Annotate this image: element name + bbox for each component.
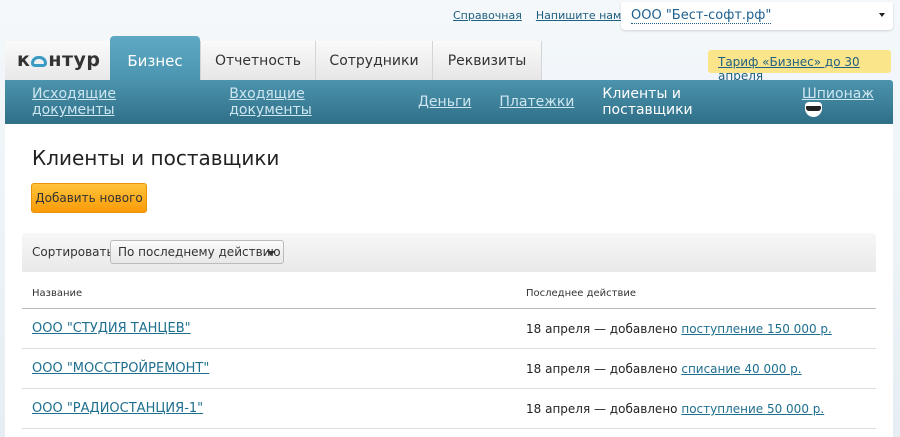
nav-clients-suppliers[interactable]: Клиенты и поставщики bbox=[602, 86, 773, 134]
tariff-banner: Тариф «Бизнес» до 30 апреля bbox=[708, 50, 891, 83]
last-action: 18 апреля — добавлено поступление 50 000… bbox=[526, 402, 824, 416]
cloud-icon bbox=[31, 56, 48, 67]
tab-business[interactable]: Бизнес bbox=[110, 36, 200, 81]
last-action: 18 апреля — добавлено списание 40 000 р. bbox=[526, 362, 802, 376]
add-new-button[interactable]: Добавить нового bbox=[31, 183, 147, 213]
nav-spy-item: Шпионаж bbox=[802, 86, 893, 119]
table-row: ООО "РАДИОСТАНЦИЯ-1" 18 апреля — добавле… bbox=[22, 389, 876, 429]
action-link[interactable]: поступление 50 000 р. bbox=[681, 402, 824, 416]
action-link[interactable]: поступление 150 000 р. bbox=[681, 322, 832, 336]
sort-bar: Сортировать: По последнему действию bbox=[22, 233, 876, 272]
last-action: 18 апреля — добавлено поступление 150 00… bbox=[526, 322, 832, 336]
page-title: Клиенты и поставщики bbox=[32, 146, 280, 170]
action-text: 18 апреля — добавлено bbox=[526, 362, 678, 376]
sub-navigation: Исходящие документы Входящие документы Д… bbox=[5, 80, 893, 134]
action-text: 18 апреля — добавлено bbox=[526, 402, 678, 416]
nav-spy[interactable]: Шпионаж bbox=[802, 86, 874, 102]
column-last-action: Последнее действие bbox=[526, 288, 637, 299]
sort-value: По последнему действию bbox=[118, 245, 281, 259]
contact-link[interactable]: Напишите нам bbox=[536, 9, 621, 22]
nav-money[interactable]: Деньги bbox=[418, 94, 471, 110]
tab-reports[interactable]: Отчетность bbox=[200, 41, 315, 81]
spy-sunglasses-icon bbox=[804, 101, 822, 117]
main-content: Клиенты и поставщики Добавить нового Сор… bbox=[5, 124, 893, 437]
organization-name: ООО "Бест-софт.рф" bbox=[631, 8, 772, 24]
tab-employees[interactable]: Сотрудники bbox=[315, 41, 432, 81]
tab-requisites[interactable]: Реквизиты bbox=[432, 41, 542, 81]
chevron-down-icon bbox=[879, 13, 885, 17]
chevron-down-icon bbox=[267, 251, 275, 256]
table-row: ООО "МОССТРОЙРЕМОНТ" 18 апреля — добавле… bbox=[22, 349, 876, 389]
sort-label: Сортировать: bbox=[32, 245, 118, 259]
nav-payments[interactable]: Платежки bbox=[499, 94, 574, 110]
action-link[interactable]: списание 40 000 р. bbox=[681, 362, 801, 376]
column-name: Название bbox=[32, 288, 83, 299]
client-link[interactable]: ООО "МОССТРОЙРЕМОНТ" bbox=[32, 361, 209, 376]
action-text: 18 апреля — добавлено bbox=[526, 322, 678, 336]
help-link[interactable]: Справочная bbox=[453, 9, 522, 22]
tariff-link[interactable]: Тариф «Бизнес» до 30 апреля bbox=[718, 55, 860, 83]
client-link[interactable]: ООО "СТУДИЯ ТАНЦЕВ" bbox=[32, 321, 191, 336]
nav-outgoing-documents[interactable]: Исходящие документы bbox=[32, 86, 201, 118]
kontur-logo[interactable]: к нтур bbox=[5, 41, 110, 81]
nav-incoming-documents[interactable]: Входящие документы bbox=[229, 86, 390, 118]
sort-select[interactable]: По последнему действию bbox=[110, 240, 284, 264]
table-header: Название Последнее действие bbox=[22, 272, 876, 309]
client-link[interactable]: ООО "РАДИОСТАНЦИЯ-1" bbox=[32, 401, 203, 416]
organization-selector[interactable]: ООО "Бест-софт.рф" bbox=[621, 2, 893, 30]
table-row: ООО "СТУДИЯ ТАНЦЕВ" 18 апреля — добавлен… bbox=[22, 309, 876, 349]
top-links: Справочная Напишите нам bbox=[453, 9, 621, 22]
